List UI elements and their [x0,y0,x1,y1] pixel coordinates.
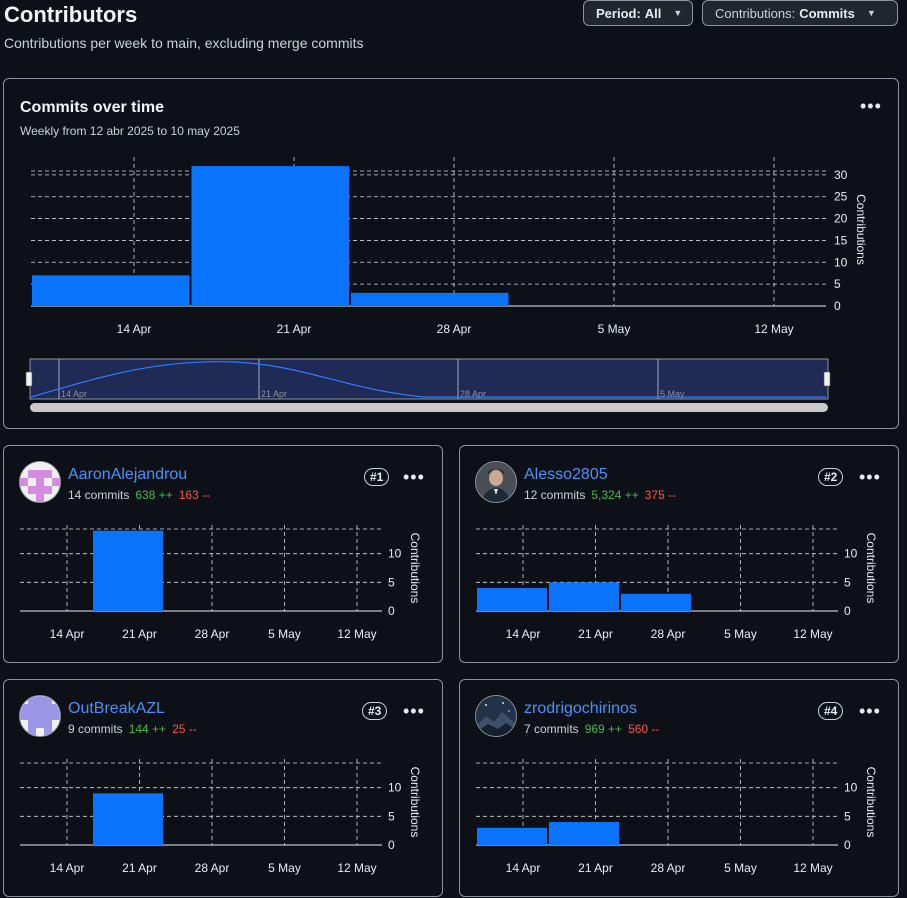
contributor-card-2: Alesso2805 12 commits 5,324 ++ 375 -- #2 •… [459,445,899,663]
x-tick-label: 14 Apr [506,861,541,875]
y-tick-label: 0 [844,838,851,852]
x-tick-label: 12 May [793,627,832,641]
y-tick-label: 15 [834,233,848,247]
x-tick-label: 14 Apr [506,627,541,641]
chevron-down-icon: ▼ [866,8,876,18]
y-tick-label: 5 [388,809,395,823]
y-axis-label: Contributions [864,533,878,604]
x-tick-label: 5 May [724,627,757,641]
y-axis-label: Contributions [408,533,422,604]
contributor-chart: 14 Apr 21 Apr 28 Apr 5 May 12 May 0 5 10 Contrib… [20,759,422,875]
y-tick-label: 0 [844,604,851,618]
bar [621,593,691,611]
contributions-value: Commits [799,5,855,21]
x-tick-label: 5 May [268,861,301,875]
contributor-chart: 14 Apr 21 Apr 28 Apr 5 May 12 May 0 5 10 Contrib… [20,525,422,641]
x-tick-label: 21 Apr [122,627,157,641]
y-axis-label: Contributions [854,194,868,265]
y-tick-label: 0 [834,299,841,313]
y-tick-label: 10 [834,255,848,269]
period-dropdown[interactable]: Period: All ▼ [583,0,693,26]
bar [477,827,547,845]
bar [191,166,349,306]
page-title: Contributors [4,2,138,27]
x-tick-label: 28 Apr [651,861,686,875]
x-tick-label: 14 Apr [50,627,85,641]
bar [549,582,619,611]
y-tick-label: 5 [844,575,851,589]
y-tick-label: 5 [834,277,841,291]
bar [93,793,163,845]
y-tick-label: 0 [388,838,395,852]
y-axis-label: Contributions [864,767,878,838]
period-label: Period: [596,5,641,21]
x-tick-label: 21 Apr [578,861,613,875]
bar [549,822,619,845]
y-tick-label: 10 [844,547,858,561]
y-tick-label: 5 [844,809,851,823]
x-tick-label: 12 May [337,861,376,875]
contributor-chart: 14 Apr 21 Apr 28 Apr 5 May 12 May 0 5 10 Contrib… [476,525,878,641]
x-tick-label: 21 Apr [578,627,613,641]
y-tick-label: 10 [844,781,858,795]
x-tick-label: 28 Apr [437,322,472,336]
x-tick-label: 21 Apr [122,861,157,875]
commits-over-time-card: Commits over time Weekly from 12 abr 202… [3,78,899,429]
y-tick-label: 25 [834,190,848,204]
x-tick-label: 21 Apr [277,322,312,336]
page-subtitle: Contributions per week to main, excludin… [4,35,364,51]
bar [351,292,509,306]
range-handle-left [25,371,33,387]
x-tick-label: 28 Apr [651,627,686,641]
x-tick-label: 12 May [754,322,793,336]
y-tick-label: 10 [388,547,402,561]
y-tick-label: 30 [834,168,848,182]
x-tick-label: 12 May [337,627,376,641]
range-tick-label: 14 Apr [61,389,87,399]
range-scrollbar [30,403,828,412]
contributor-chart: 14 Apr 21 Apr 28 Apr 5 May 12 May 0 5 10 Contrib… [476,759,878,875]
x-tick-label: 28 Apr [195,861,230,875]
bar [477,588,547,611]
contributor-card-3: OutBreakAZL 9 commits 144 ++ 25 -- #3 ••• … [3,679,443,897]
x-tick-label: 14 Apr [117,322,152,336]
x-tick-label: 28 Apr [195,627,230,641]
period-value: All [644,5,662,21]
x-tick-label: 14 Apr [50,861,85,875]
y-tick-label: 10 [388,781,402,795]
y-tick-label: 5 [388,575,395,589]
x-tick-label: 12 May [793,861,832,875]
y-tick-label: 20 [834,212,848,226]
contributions-label: Contributions: [715,5,796,21]
contributor-card-4: zrodrigochirinos 7 commits 969 ++ 560 -- #… [459,679,899,897]
x-tick-label: 5 May [598,322,631,336]
bar [32,275,190,306]
x-tick-label: 5 May [268,627,301,641]
contributor-card-1: AaronAlejandrou 14 commits 638 ++ 163 -- #… [3,445,443,663]
bar [93,530,163,611]
contributions-dropdown[interactable]: Contributions: Commits ▼ [702,0,898,26]
range-selector [29,358,829,400]
y-axis-label: Contributions [408,767,422,838]
range-handle-right [823,371,831,387]
y-tick-label: 0 [388,604,395,618]
range-tick-label: 21 Apr [261,389,287,399]
overview-chart: 14 Apr 21 Apr 28 Apr 5 May 12 May 0 5 10 15 20 25 3… [25,157,868,412]
x-tick-label: 5 May [724,861,757,875]
chevron-down-icon: ▼ [673,8,683,18]
